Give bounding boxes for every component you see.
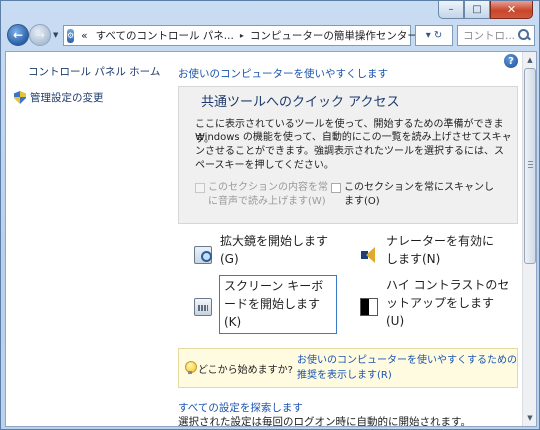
read-aloud-checkbox-label: このセクションの内容を常に音声で読み上げます(W) [208, 182, 328, 207]
content-area: コントロール パネル ホーム 管理設定の変更 お使いのコンピューターを使いやすく… [5, 51, 537, 427]
start-on-screen-keyboard-tool[interactable]: スクリーン キーボードを開始します(K) [194, 275, 337, 334]
breadcrumb-separator-icon[interactable]: ▸ [238, 31, 246, 40]
back-button[interactable]: ← [7, 24, 29, 46]
sidebar-control-panel-home-link[interactable]: コントロール パネル ホーム [28, 64, 160, 79]
address-bar[interactable]: ⚙ « すべてのコントロール パネ... ▸ コンピューターの簡単操作センター … [63, 25, 428, 46]
uac-shield-icon [14, 91, 26, 104]
magnifier-icon [194, 246, 212, 264]
start-magnifier-tool[interactable]: 拡大鏡を開始します(G) [194, 232, 336, 268]
narrator-icon [360, 246, 378, 264]
window-frame: – □ ✕ ← → ▼ ⚙ « すべてのコントロール パネ... ▸ コンピュー… [0, 0, 540, 430]
always-scan-checkbox[interactable]: このセクションを常にスキャンします(O) [331, 181, 499, 209]
scroll-down-arrow-icon[interactable]: ▼ [524, 411, 536, 425]
make-computer-easier-link[interactable]: お使いのコンピューターを使いやすくします [178, 66, 388, 81]
settings-auto-start-text: 選択された設定は毎回のログオン時に自動的に開始されます。 [178, 416, 471, 427]
explore-all-settings-link[interactable]: すべての設定を探索します [178, 400, 303, 415]
scroll-up-arrow-icon[interactable]: ▲ [524, 53, 536, 67]
sidebar: コントロール パネル ホーム 管理設定の変更 [6, 52, 166, 426]
lightbulb-icon [185, 361, 197, 375]
main-panel: お使いのコンピューターを使いやすくします 共通ツールへのクイック アクセス ここ… [172, 52, 524, 426]
sidebar-admin-settings-link[interactable]: 管理設定の変更 [14, 90, 104, 105]
read-aloud-checkbox-box[interactable] [195, 183, 205, 193]
search-placeholder: コントロ... [463, 30, 516, 42]
quick-access-scan-description: Windows の機能を使って、自動的にこの一覧を読み上げさせてスキャンさせるこ… [195, 132, 512, 171]
refresh-button[interactable]: ▾ ↻ [415, 25, 453, 46]
help-icon[interactable]: ? [504, 54, 518, 68]
always-scan-checkbox-label: このセクションを常にスキャンします(O) [344, 182, 494, 207]
setup-high-contrast-tool[interactable]: ハイ コントラストのセットアップをします(U) [360, 276, 510, 330]
recommendation-tip-bar: どこから始めますか? お使いのコンピューターを使いやすくするための推奨を表示しま… [178, 348, 518, 388]
control-panel-icon: ⚙ [67, 28, 75, 43]
breadcrumb-all-control-panel[interactable]: すべてのコントロール パネ... [92, 28, 238, 43]
quick-access-panel: 共通ツールへのクイック アクセス ここに表示されているツールを使って、開始するた… [178, 86, 518, 224]
sidebar-admin-settings-label[interactable]: 管理設定の変更 [30, 90, 104, 105]
on-screen-keyboard-icon [194, 298, 212, 316]
navigation-bar: ← → ▼ ⚙ « すべてのコントロール パネ... ▸ コンピューターの簡単操… [5, 23, 537, 49]
recent-pages-dropdown-icon[interactable]: ▼ [53, 31, 58, 39]
address-overflow[interactable]: « [77, 30, 91, 42]
setup-high-contrast-label[interactable]: ハイ コントラストのセットアップをします(U) [386, 276, 510, 330]
read-aloud-checkbox[interactable]: このセクションの内容を常に音声で読み上げます(W) [195, 181, 335, 209]
tip-question: どこから始めますか? [197, 364, 293, 376]
start-on-screen-keyboard-label[interactable]: スクリーン キーボードを開始します(K) [219, 275, 337, 334]
enable-narrator-label[interactable]: ナレーターを有効にします(N) [386, 232, 500, 268]
breadcrumb-ease-of-access-center[interactable]: コンピューターの簡単操作センター [246, 28, 422, 43]
vertical-scrollbar[interactable]: ▲ ▼ [522, 52, 536, 426]
enable-narrator-tool[interactable]: ナレーターを有効にします(N) [360, 232, 500, 268]
minimize-button[interactable]: – [438, 1, 464, 19]
always-scan-checkbox-box[interactable] [331, 183, 341, 193]
search-icon[interactable] [517, 28, 532, 43]
quick-access-title: 共通ツールへのクイック アクセス [201, 95, 400, 110]
close-button[interactable]: ✕ [490, 1, 533, 19]
caption-buttons: – □ ✕ [438, 1, 533, 19]
forward-button[interactable]: → [29, 24, 51, 46]
high-contrast-icon [360, 298, 378, 316]
maximize-button[interactable]: □ [464, 1, 490, 19]
start-magnifier-label[interactable]: 拡大鏡を開始します(G) [220, 232, 336, 268]
scrollbar-thumb[interactable] [524, 68, 536, 264]
search-input[interactable]: コントロ... [457, 25, 535, 46]
get-recommendations-link[interactable]: お使いのコンピューターを使いやすくするための推奨を表示します(R) [297, 353, 517, 383]
